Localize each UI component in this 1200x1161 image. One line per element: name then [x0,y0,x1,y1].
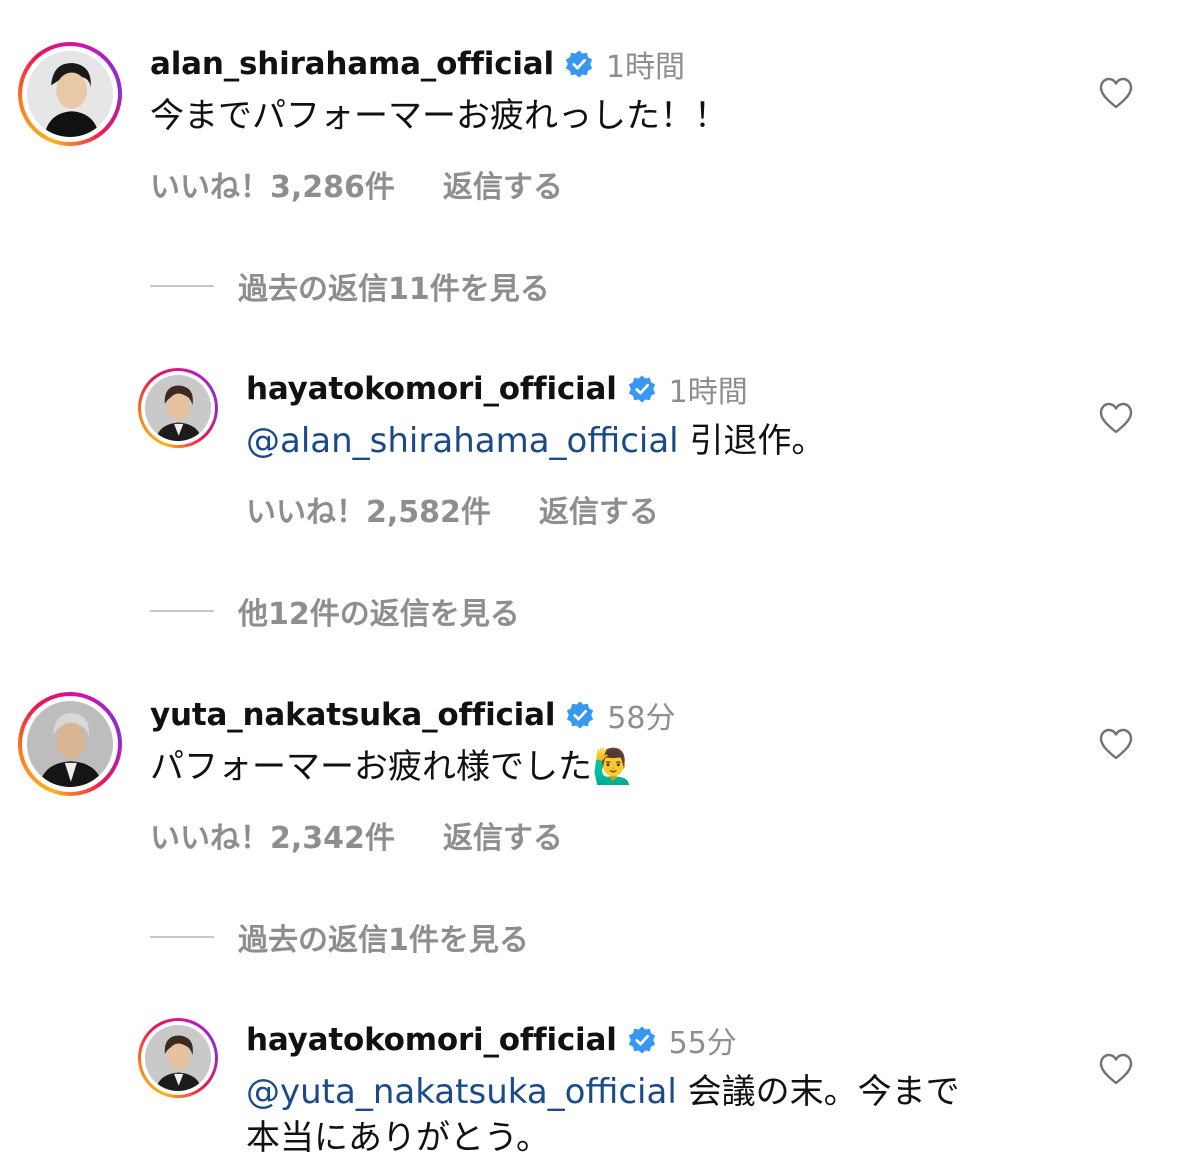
view-replies-link[interactable]: 過去の返信1件を見る [150,915,529,959]
avatar-hayato[interactable] [138,1018,218,1098]
thread-divider [150,285,214,287]
timestamp: 55分 [668,1026,737,1061]
timestamp: 58分 [607,701,676,736]
verified-badge-icon [627,1025,657,1055]
mention-link[interactable]: @alan_shirahama_official [246,421,679,461]
timestamp: 1時間 [605,50,686,85]
heart-icon[interactable] [1098,727,1134,761]
view-replies-label: 過去の返信11件を見る [238,272,550,307]
comment-text: パフォーマーお疲れ様でした🙋‍♂️ [150,744,634,790]
reply-button[interactable]: 返信する [443,162,563,206]
comment-body: 会議の末。今まで [687,1072,960,1112]
view-replies-link[interactable]: 過去の返信11件を見る [150,264,550,308]
username[interactable]: hayatokomori_official [246,371,617,407]
verified-badge-icon [564,49,594,79]
timestamp: 1時間 [668,375,748,410]
heart-icon[interactable] [1098,1052,1134,1086]
comment-body: パフォーマーお疲れ様でした🙋‍♂️ [150,747,635,787]
thread-divider [150,936,214,938]
username[interactable]: yuta_nakatsuka_official [150,697,555,733]
like-count[interactable]: いいね！2,342件 [150,813,395,857]
avatar-hayato[interactable] [138,368,218,448]
comment-text: @yuta_nakatsuka_official 会議の末。今まで [246,1069,960,1115]
comment-body: 引退作。 [689,421,826,461]
mention-link[interactable]: @yuta_nakatsuka_official [246,1072,677,1112]
view-replies-link[interactable]: 他12件の返信を見る [150,589,520,633]
avatar-alan[interactable] [18,42,122,146]
view-replies-label: 過去の返信1件を見る [238,923,529,958]
comment-text: 今までパフォーマーお疲れっした！！ [150,93,728,139]
username[interactable]: alan_shirahama_official [150,46,554,82]
comment-body-line2: 本当にありがとう。 [246,1118,550,1158]
verified-badge-icon [627,374,657,404]
reply-button[interactable]: 返信する [443,813,563,857]
comment-text-line2: 本当にありがとう。 [246,1115,550,1161]
username[interactable]: hayatokomori_official [246,1022,617,1058]
comment-body: 今までパフォーマーお疲れっした！！ [150,96,728,136]
like-count[interactable]: いいね！2,582件 [246,487,491,531]
verified-badge-icon [565,700,595,730]
avatar-yuta[interactable] [18,692,122,796]
like-count[interactable]: いいね！3,286件 [150,162,395,206]
heart-icon[interactable] [1098,401,1134,435]
heart-icon[interactable] [1098,76,1134,110]
comment-text: @alan_shirahama_official 引退作。 [246,418,825,464]
thread-divider [150,610,214,612]
view-replies-label: 他12件の返信を見る [238,597,520,632]
reply-button[interactable]: 返信する [539,487,659,531]
